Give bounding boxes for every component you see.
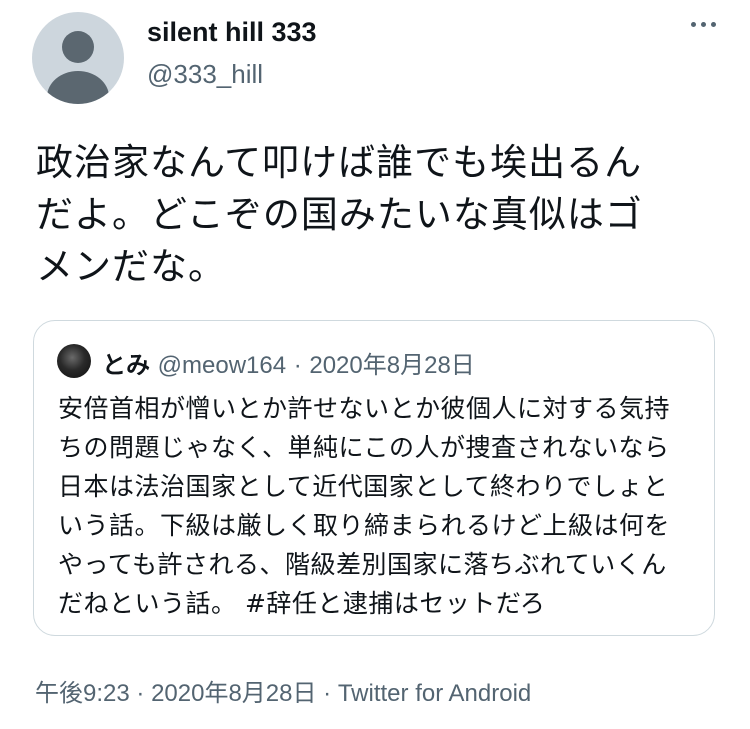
quoted-text-line: やっても許される、階級差別国家に落ちぶれていくん [58, 550, 667, 579]
quoted-text-line: ちの問題じゃなく、単純にこの人が捜査されないなら [58, 433, 670, 462]
quoted-text-line: 日本は法治国家として近代国家として終わりでしょと [58, 472, 669, 501]
tweet-metadata: 午後9:23 · 2020年8月28日 · Twitter for Androi… [35, 673, 531, 708]
quoted-tweet-text: 安倍首相が憎いとか許せないとか彼個人に対する気持 ちの問題じゃなく、単純にこの人… [58, 389, 698, 623]
tweet-text-line: 政治家なんて叩けば誰でも埃出るん [36, 141, 643, 184]
more-options-button[interactable] [691, 22, 716, 27]
tweet-text-line: メンだな。 [36, 245, 226, 288]
quoted-text-line: いう話。下級は厳しく取り締まられるけど上級は何を [58, 511, 671, 540]
quoted-text-line: 安倍首相が憎いとか許せないとか彼個人に対する気持 [58, 394, 671, 423]
quoted-author-avatar[interactable] [57, 344, 91, 378]
separator-dot: · [136, 680, 145, 707]
quoted-text-line: だねという話。 #辞任と逮捕はセットだろ [58, 589, 546, 618]
separator-dot: · [293, 352, 302, 379]
tweet-text-line: だよ。どこぞの国みたいな真似はゴ [36, 193, 643, 236]
author-handle[interactable]: @333_hill [147, 59, 263, 90]
more-horizontal-icon [691, 22, 696, 27]
more-horizontal-icon [701, 22, 706, 27]
author-avatar[interactable] [32, 12, 124, 104]
tweet-source-link[interactable]: Twitter for Android [338, 680, 531, 707]
quoted-tweet-date[interactable]: 2020年8月28日 [309, 352, 474, 379]
default-profile-icon [47, 31, 109, 104]
separator-dot: · [323, 680, 332, 707]
tweet-time[interactable]: 午後9:23 [35, 680, 130, 707]
quoted-tweet[interactable]: とみ @meow164 · 2020年8月28日 安倍首相が憎いとか許せないとか… [33, 320, 715, 636]
tweet-date[interactable]: 2020年8月28日 [151, 680, 316, 707]
author-display-name[interactable]: silent hill 333 [147, 17, 317, 48]
quoted-tweet-header: とみ @meow164 · 2020年8月28日 [102, 345, 475, 380]
quoted-author-name[interactable]: とみ [102, 351, 150, 379]
quoted-author-handle[interactable]: @meow164 [158, 352, 286, 379]
tweet-text: 政治家なんて叩けば誰でも埃出るん だよ。どこぞの国みたいな真似はゴ メンだな。 [36, 137, 716, 293]
more-horizontal-icon [711, 22, 716, 27]
